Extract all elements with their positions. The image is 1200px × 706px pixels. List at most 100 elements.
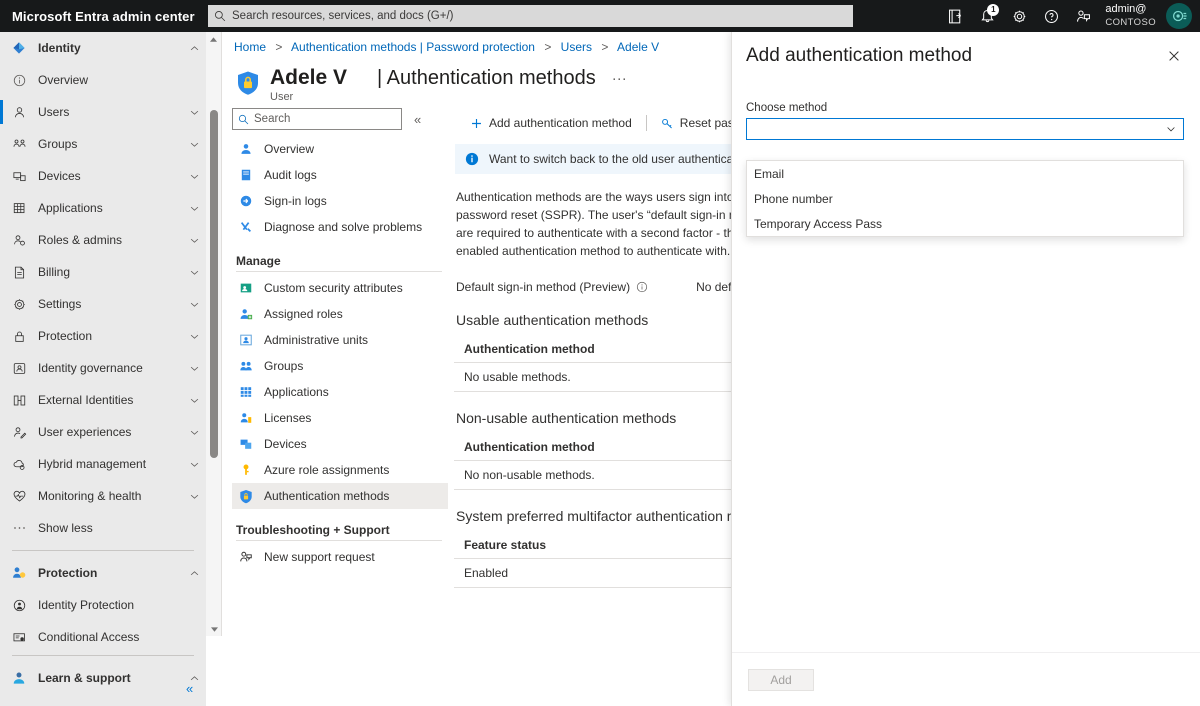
app-brand-title[interactable]: Microsoft Entra admin center	[0, 9, 195, 24]
help-question-icon[interactable]	[1035, 0, 1067, 32]
sidebar-item-label: Monitoring & health	[38, 489, 141, 503]
key-icon	[661, 117, 674, 130]
chevron-down-icon[interactable]	[189, 331, 200, 342]
resource-item-azure-role-assignments[interactable]: Azure role assignments	[232, 457, 448, 483]
devices-icon	[8, 169, 30, 184]
settings-gear-icon[interactable]	[1003, 0, 1035, 32]
resource-item-devices[interactable]: Devices	[232, 431, 448, 457]
resource-item-administrative-units[interactable]: Administrative units	[232, 327, 448, 353]
chevron-down-icon[interactable]	[189, 267, 200, 278]
sidebar-item-settings[interactable]: Settings	[0, 288, 206, 320]
resource-item-label: Sign-in logs	[264, 194, 327, 208]
resource-item-assigned-roles[interactable]: Assigned roles	[232, 301, 448, 327]
resource-item-signin-logs[interactable]: Sign-in logs	[232, 188, 448, 214]
protection-people-icon	[8, 565, 30, 581]
account-info[interactable]: admin@ CONTOSO	[1099, 3, 1166, 29]
sidebar-item-devices[interactable]: Devices	[0, 160, 206, 192]
scroll-up-arrow[interactable]	[206, 32, 221, 46]
sidebar-scrollbar-thumb[interactable]	[210, 110, 218, 458]
dropdown-option-temporary-access-pass[interactable]: Temporary Access Pass	[747, 211, 1183, 236]
page-subtitle: | Authentication methods	[377, 67, 596, 90]
user-experiences-icon	[8, 425, 30, 440]
resource-item-new-support-request[interactable]: New support request	[232, 544, 448, 570]
resource-item-custom-security-attributes[interactable]: Custom security attributes	[232, 275, 448, 301]
resource-item-label: Administrative units	[264, 333, 368, 347]
dropdown-option-phone-number[interactable]: Phone number	[747, 186, 1183, 211]
sidebar-scrollbar[interactable]	[206, 32, 222, 636]
sidebar-section-learn-support-label: Learn & support	[38, 671, 131, 685]
sidebar-collapse-button[interactable]: «	[186, 681, 193, 696]
sidebar-item-label: Conditional Access	[38, 630, 139, 644]
resource-item-diagnose[interactable]: Diagnose and solve problems	[232, 214, 448, 240]
resource-menu-collapse-button[interactable]: «	[414, 112, 421, 127]
sidebar-item-users[interactable]: Users	[0, 96, 206, 128]
resource-item-authentication-methods[interactable]: Authentication methods	[232, 483, 448, 509]
page-title-line: Adele V | Authentication methods ···	[270, 66, 627, 90]
sidebar-item-label: User experiences	[38, 425, 131, 439]
resource-item-applications[interactable]: Applications	[232, 379, 448, 405]
resource-item-licenses[interactable]: Licenses	[232, 405, 448, 431]
more-options-icon[interactable]: ···	[612, 70, 627, 87]
sidebar-section-identity[interactable]: Identity	[0, 32, 206, 64]
breadcrumb-adele[interactable]: Adele V	[617, 40, 659, 54]
resource-item-label: Assigned roles	[264, 307, 343, 321]
chevron-down-icon[interactable]	[189, 395, 200, 406]
sidebar-section-protection[interactable]: Protection	[0, 557, 206, 589]
sidebar-item-user-experiences[interactable]: User experiences	[0, 416, 206, 448]
chevron-down-icon[interactable]	[189, 139, 200, 150]
info-filled-icon	[465, 152, 479, 166]
info-circle-icon	[8, 73, 30, 88]
sidebar-item-identity-protection[interactable]: Identity Protection	[0, 589, 206, 621]
chevron-down-icon[interactable]	[189, 235, 200, 246]
chevron-down-icon[interactable]	[189, 171, 200, 182]
sidebar-item-show-less[interactable]: Show less	[0, 512, 206, 544]
sidebar-item-groups[interactable]: Groups	[0, 128, 206, 160]
sidebar-item-label: Applications	[38, 201, 103, 215]
feedback-icon[interactable]	[1067, 0, 1099, 32]
search-icon	[238, 114, 249, 125]
sidebar-item-external-identities[interactable]: External Identities	[0, 384, 206, 416]
close-icon[interactable]	[1162, 44, 1186, 68]
search-input[interactable]: Search	[232, 108, 402, 130]
resource-item-audit-logs[interactable]: Audit logs	[232, 162, 448, 188]
breadcrumb-users[interactable]: Users	[561, 40, 592, 54]
scroll-down-arrow[interactable]	[206, 622, 222, 636]
sidebar-item-overview[interactable]: Overview	[0, 64, 206, 96]
resource-search-row: Search «	[232, 108, 448, 130]
resource-item-label: Authentication methods	[264, 489, 389, 503]
sidebar-item-roles-admins[interactable]: Roles & admins	[0, 224, 206, 256]
directory-switch-icon[interactable]	[939, 0, 971, 32]
breadcrumb-home[interactable]: Home	[234, 40, 266, 54]
chevron-down-icon[interactable]	[189, 107, 200, 118]
chevron-down-icon[interactable]	[189, 427, 200, 438]
resource-item-overview[interactable]: Overview	[232, 136, 448, 162]
sidebar-item-applications[interactable]: Applications	[0, 192, 206, 224]
sidebar-item-billing[interactable]: Billing	[0, 256, 206, 288]
licenses-icon	[236, 411, 256, 425]
chevron-down-icon[interactable]	[189, 203, 200, 214]
sidebar-item-protection[interactable]: Protection	[0, 320, 206, 352]
choose-method-dropdown[interactable]	[746, 118, 1184, 140]
resource-item-groups[interactable]: Groups	[232, 353, 448, 379]
sidebar-item-identity-governance[interactable]: Identity governance	[0, 352, 206, 384]
breadcrumb-separator: >	[275, 40, 282, 54]
chevron-down-icon[interactable]	[189, 299, 200, 310]
notifications-bell-icon[interactable]: 1	[971, 0, 1003, 32]
chevron-down-icon[interactable]	[189, 363, 200, 374]
add-authentication-method-button[interactable]: Add authentication method	[462, 110, 640, 136]
avatar[interactable]	[1166, 3, 1192, 29]
dropdown-option-email[interactable]: Email	[747, 161, 1183, 186]
sidebar-item-label: Identity governance	[38, 361, 143, 375]
global-search-input[interactable]: Search resources, services, and docs (G+…	[208, 5, 853, 27]
sidebar-item-conditional-access[interactable]: Conditional Access	[0, 621, 206, 653]
settings-gear-icon	[8, 297, 30, 312]
add-button[interactable]: Add	[748, 669, 814, 691]
sidebar-item-label: Devices	[38, 169, 81, 183]
info-circle-icon[interactable]	[636, 281, 648, 293]
sidebar-item-monitoring-health[interactable]: Monitoring & health	[0, 480, 206, 512]
chevron-down-icon[interactable]	[189, 491, 200, 502]
breadcrumb-auth-methods[interactable]: Authentication methods | Password protec…	[291, 40, 535, 54]
sidebar-item-hybrid-management[interactable]: Hybrid management	[0, 448, 206, 480]
chevron-down-icon[interactable]	[189, 459, 200, 470]
sidebar-section-learn-support[interactable]: Learn & support	[0, 662, 206, 694]
